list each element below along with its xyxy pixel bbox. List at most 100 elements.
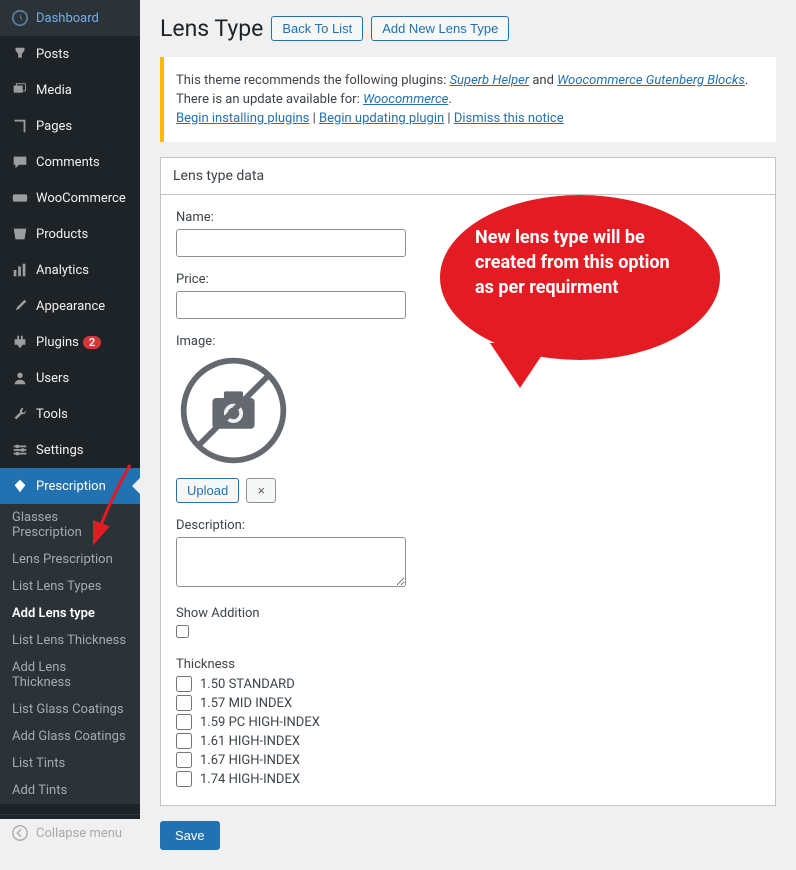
sidebar-item-posts[interactable]: Posts	[0, 36, 140, 72]
thickness-checkbox-3[interactable]	[176, 733, 192, 749]
upload-button[interactable]: Upload	[176, 478, 239, 503]
description-label: Description:	[176, 518, 760, 533]
thickness-option: 1.67 HIGH-INDEX	[176, 752, 760, 768]
show-addition-label: Show Addition	[176, 606, 760, 621]
dismiss-notice-link[interactable]: Dismiss this notice	[454, 111, 564, 126]
thickness-checkbox-5[interactable]	[176, 771, 192, 787]
panel-title: Lens type data	[161, 158, 775, 195]
submenu-glasses-prescription[interactable]: Glasses Prescription	[0, 504, 140, 546]
thickness-checkbox-2[interactable]	[176, 714, 192, 730]
page-header: Lens Type Back To List Add New Lens Type	[160, 0, 776, 57]
submenu-list-tints[interactable]: List Tints	[0, 750, 140, 777]
admin-sidebar: Dashboard Posts Media Pages Comments Woo…	[0, 0, 140, 819]
callout-tail	[490, 343, 550, 388]
sidebar-item-label: Users	[36, 371, 69, 386]
back-to-list-button[interactable]: Back To List	[271, 16, 363, 41]
thickness-checkbox-4[interactable]	[176, 752, 192, 768]
brush-icon	[10, 296, 30, 316]
gutenberg-blocks-link[interactable]: Woocommerce Gutenberg Blocks	[557, 73, 745, 88]
submenu-add-lens-type[interactable]: Add Lens type	[0, 600, 140, 627]
sidebar-item-label: WooCommerce	[36, 191, 126, 206]
thickness-option: 1.61 HIGH-INDEX	[176, 733, 760, 749]
callout-text: New lens type will be created from this …	[475, 227, 670, 298]
notice-update-line: There is an update available for: Woocom…	[176, 92, 764, 107]
collapse-menu-button[interactable]: Collapse menu	[0, 814, 140, 851]
sidebar-item-woocommerce[interactable]: WooCommerce	[0, 180, 140, 216]
submenu-add-lens-thickness[interactable]: Add Lens Thickness	[0, 654, 140, 696]
sidebar-item-users[interactable]: Users	[0, 360, 140, 396]
annotation-callout: New lens type will be created from this …	[440, 195, 720, 350]
comment-icon	[10, 152, 30, 172]
thickness-option: 1.74 HIGH-INDEX	[176, 771, 760, 787]
thickness-checkbox-0[interactable]	[176, 676, 192, 692]
description-input[interactable]	[176, 537, 406, 587]
thickness-checkbox-1[interactable]	[176, 695, 192, 711]
thickness-option: 1.50 STANDARD	[176, 676, 760, 692]
media-icon	[10, 80, 30, 100]
submenu-list-lens-thickness[interactable]: List Lens Thickness	[0, 627, 140, 654]
add-new-lens-type-button[interactable]: Add New Lens Type	[371, 16, 509, 41]
begin-updating-link[interactable]: Begin updating plugin	[319, 111, 444, 126]
sidebar-item-settings[interactable]: Settings	[0, 432, 140, 468]
collapse-icon	[10, 823, 30, 843]
thickness-option: 1.59 PC HIGH-INDEX	[176, 714, 760, 730]
wrench-icon	[10, 404, 30, 424]
notice-recommend-line: This theme recommends the following plug…	[176, 73, 764, 88]
thickness-option: 1.57 MID INDEX	[176, 695, 760, 711]
sidebar-item-media[interactable]: Media	[0, 72, 140, 108]
sidebar-item-comments[interactable]: Comments	[0, 144, 140, 180]
sidebar-item-products[interactable]: Products	[0, 216, 140, 252]
page-icon	[10, 116, 30, 136]
name-input[interactable]	[176, 229, 406, 257]
pin-icon	[10, 44, 30, 64]
sidebar-item-label: Tools	[36, 407, 68, 422]
sidebar-item-label: Pages	[36, 119, 72, 134]
diamond-icon	[10, 476, 30, 496]
thickness-label: Thickness	[176, 657, 760, 672]
woocommerce-link[interactable]: Woocommerce	[363, 92, 448, 107]
sidebar-item-label: Analytics	[36, 263, 89, 278]
sidebar-item-prescription[interactable]: Prescription	[0, 468, 140, 504]
submenu-list-lens-types[interactable]: List Lens Types	[0, 573, 140, 600]
plugin-notice: This theme recommends the following plug…	[160, 57, 776, 142]
save-button[interactable]: Save	[160, 821, 220, 850]
show-addition-checkbox[interactable]	[176, 625, 189, 638]
main-content: Lens Type Back To List Add New Lens Type…	[140, 0, 796, 870]
callout-bubble: New lens type will be created from this …	[440, 195, 720, 360]
superb-helper-link[interactable]: Superb Helper	[450, 73, 530, 88]
sidebar-item-label: Settings	[36, 443, 83, 458]
sidebar-item-dashboard[interactable]: Dashboard	[0, 0, 140, 36]
plugin-icon	[10, 332, 30, 352]
product-icon	[10, 224, 30, 244]
sidebar-item-appearance[interactable]: Appearance	[0, 288, 140, 324]
plugins-update-badge: 2	[83, 336, 101, 349]
image-preview-placeholder	[176, 353, 291, 468]
clear-image-button[interactable]: ×	[246, 478, 276, 503]
sidebar-item-tools[interactable]: Tools	[0, 396, 140, 432]
sidebar-item-label: Posts	[36, 47, 69, 62]
prescription-submenu: Glasses Prescription Lens Prescription L…	[0, 504, 140, 804]
begin-installing-link[interactable]: Begin installing plugins	[176, 111, 309, 126]
sidebar-item-label: Dashboard	[36, 11, 99, 26]
collapse-label: Collapse menu	[36, 826, 122, 841]
submenu-add-glass-coatings[interactable]: Add Glass Coatings	[0, 723, 140, 750]
sidebar-item-analytics[interactable]: Analytics	[0, 252, 140, 288]
analytics-icon	[10, 260, 30, 280]
sidebar-item-pages[interactable]: Pages	[0, 108, 140, 144]
submenu-list-glass-coatings[interactable]: List Glass Coatings	[0, 696, 140, 723]
sidebar-item-label: Prescription	[36, 479, 106, 494]
notice-actions-line: Begin installing plugins | Begin updatin…	[176, 111, 764, 126]
submenu-add-tints[interactable]: Add Tints	[0, 777, 140, 804]
user-icon	[10, 368, 30, 388]
submenu-lens-prescription[interactable]: Lens Prescription	[0, 546, 140, 573]
settings-icon	[10, 440, 30, 460]
sidebar-item-plugins[interactable]: Plugins 2	[0, 324, 140, 360]
sidebar-item-label: Comments	[36, 155, 100, 170]
sidebar-item-label: Media	[36, 83, 72, 98]
woo-icon	[10, 188, 30, 208]
sidebar-item-label: Plugins	[36, 335, 79, 350]
sidebar-item-label: Appearance	[36, 299, 105, 314]
dashboard-icon	[10, 8, 30, 28]
sidebar-item-label: Products	[36, 227, 88, 242]
price-input[interactable]	[176, 291, 406, 319]
